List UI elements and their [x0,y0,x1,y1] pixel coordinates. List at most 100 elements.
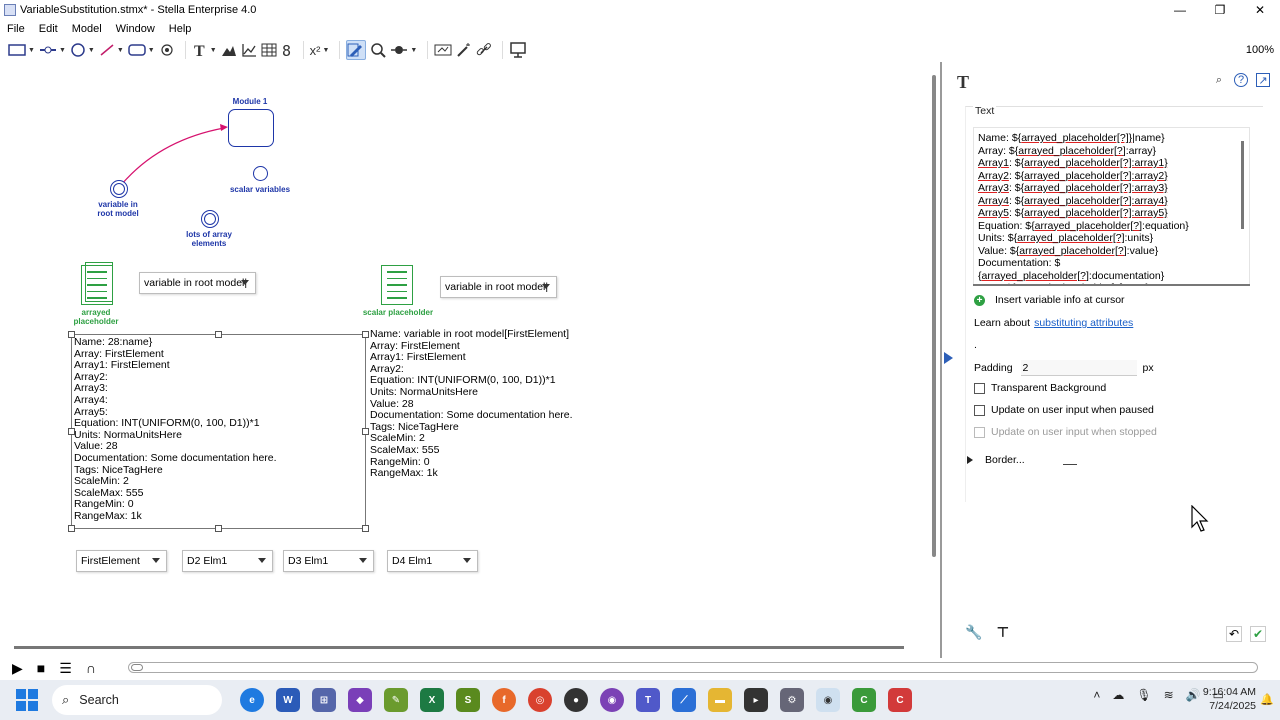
settings-gear-icon[interactable]: ⚙ [780,688,804,712]
scalar-variables[interactable] [253,166,268,181]
smart-object-tool[interactable] [159,40,175,60]
format-brush-icon[interactable]: ⊤ [996,624,1009,641]
windows-start-icon[interactable] [16,689,38,711]
converter-tool[interactable]: ▼ [70,40,95,60]
border-row[interactable]: Border... [967,454,1077,466]
collapse-panel-arrow-icon[interactable] [944,352,953,364]
file-explorer-icon[interactable]: ▬ [708,688,732,712]
edit-mode-tool[interactable] [346,40,367,60]
transparent-bg-checkbox[interactable] [974,382,985,394]
resize-handle[interactable] [68,525,75,532]
taskbar-clock[interactable]: 9:16:04 AM 7/24/2025 [1203,685,1256,713]
chrome-icon[interactable]: ◎ [528,688,552,712]
green-app-icon[interactable]: C [852,688,876,712]
module-1[interactable] [228,109,274,147]
interface-tool[interactable] [434,40,452,60]
update-paused-checkbox[interactable] [974,404,985,416]
canvas-vertical-scrollbar[interactable] [932,75,936,557]
flow-tool[interactable]: ▼ [39,40,66,60]
equation-tool[interactable]: x² ▼ [310,40,330,60]
network-app-icon[interactable]: ⊞ [312,688,336,712]
numeric-display-tool[interactable]: 8 [281,40,293,60]
zoom-tool[interactable] [370,40,387,60]
search-icon[interactable]: ⌕ [1212,73,1226,87]
menu-file[interactable]: File [7,23,25,35]
word-icon[interactable]: W [276,688,300,712]
canvas-horizontal-scrollbar[interactable] [14,646,904,649]
simulation-time-slider[interactable] [128,662,1258,673]
stella-icon[interactable]: S [456,688,480,712]
resize-handle[interactable] [215,525,222,532]
chevron-up-icon[interactable]: ˄ [1093,688,1100,702]
github-icon[interactable]: ◉ [600,688,624,712]
border-label[interactable]: Border... [985,454,1025,466]
wrench-icon[interactable]: 🔧 [965,624,982,641]
taskbar-search[interactable]: ⌕ Search [52,685,222,715]
graph-tool[interactable] [241,40,257,60]
magnet-icon[interactable]: ∩ [86,660,96,676]
magic-wand-tool[interactable] [456,40,472,60]
image-tool[interactable] [221,40,237,60]
dim3-select[interactable]: D3 Elm1 [283,550,374,572]
panel-divider[interactable] [940,62,942,658]
terminal-icon[interactable]: ▸ [744,688,768,712]
editor-scrollbar-horizontal[interactable] [973,284,1250,286]
edge-icon[interactable]: e [240,688,264,712]
scalar-text-box[interactable]: Name: variable in root model[FirstElemen… [370,328,573,480]
wifi-icon[interactable]: ≋ [1164,688,1174,702]
visual-studio-icon[interactable]: ◆ [348,688,372,712]
connector-tool[interactable]: ▼ [99,40,124,60]
teams-icon[interactable]: T [636,688,660,712]
insert-variable-label[interactable]: Insert variable info at cursor [995,294,1125,306]
resize-handle[interactable] [362,428,369,435]
menu-help[interactable]: Help [169,23,192,35]
notification-bell-icon[interactable]: 🔔 [1260,693,1274,706]
update-paused-row[interactable]: Update on user input when paused [974,404,1154,416]
stop-icon[interactable]: ■ [37,660,45,676]
text-tool[interactable]: T ▼ [192,40,217,60]
text-editor[interactable]: Name: ${arrayed_placeholder[?]}|name} Arr… [973,127,1250,285]
play-icon[interactable]: ▶ [12,660,23,677]
transparent-bg-row[interactable]: Transparent Background [974,382,1106,394]
menu-window[interactable]: Window [116,23,155,35]
close-button[interactable]: ✕ [1240,0,1280,20]
explore-tool[interactable]: ▼ [390,40,417,60]
arrayed-text-box[interactable]: Name: 28:name} Array: FirstElement Array1:… [74,336,277,523]
firefox-icon[interactable]: f [492,688,516,712]
minimize-button[interactable]: — [1160,0,1200,20]
stella-running-icon[interactable]: ◉ [816,688,840,712]
maximize-button[interactable]: ❐ [1200,0,1240,20]
scalar-placeholder-icon[interactable] [381,265,413,305]
apply-check-icon[interactable]: ✔ [1250,626,1266,642]
microphone-icon[interactable]: 🎙 [1136,688,1151,702]
zoom-level[interactable]: 100% [1246,44,1274,56]
time-slider-thumb[interactable] [131,664,143,671]
resize-handle[interactable] [362,525,369,532]
popout-icon[interactable]: ↗ [1256,73,1270,87]
vs-code-alt-icon[interactable]: ⟋ [672,688,696,712]
padding-input[interactable]: 2 [1020,360,1137,376]
expand-triangle-icon[interactable] [967,456,973,464]
help-icon[interactable]: ? [1234,73,1248,87]
database-icon[interactable]: ☰ [59,660,72,677]
volume-icon[interactable]: 🔊 [1186,688,1201,702]
dim4-select[interactable]: D4 Elm1 [387,550,478,572]
undo-icon[interactable]: ↶ [1226,626,1242,642]
table-tool[interactable] [261,40,277,60]
obs-icon[interactable]: ● [564,688,588,712]
module-tool[interactable]: ▼ [128,40,155,60]
variable-select-left[interactable]: variable in root model| [139,272,256,294]
menu-model[interactable]: Model [72,23,102,35]
red-app-icon[interactable]: C [888,688,912,712]
stock-tool[interactable]: ▼ [8,40,35,60]
presentation-tool[interactable] [509,40,527,60]
dim2-select[interactable]: D2 Elm1 [182,550,273,572]
link-tool[interactable] [476,40,492,60]
editor-scrollbar[interactable] [1241,141,1244,229]
resize-handle[interactable] [362,331,369,338]
excel-icon[interactable]: X [420,688,444,712]
menu-edit[interactable]: Edit [39,23,58,35]
insert-variable-row[interactable]: + Insert variable info at cursor [974,294,1125,306]
tool-app-icon[interactable]: ✎ [384,688,408,712]
substituting-attributes-link[interactable]: substituting attributes [1034,317,1133,329]
